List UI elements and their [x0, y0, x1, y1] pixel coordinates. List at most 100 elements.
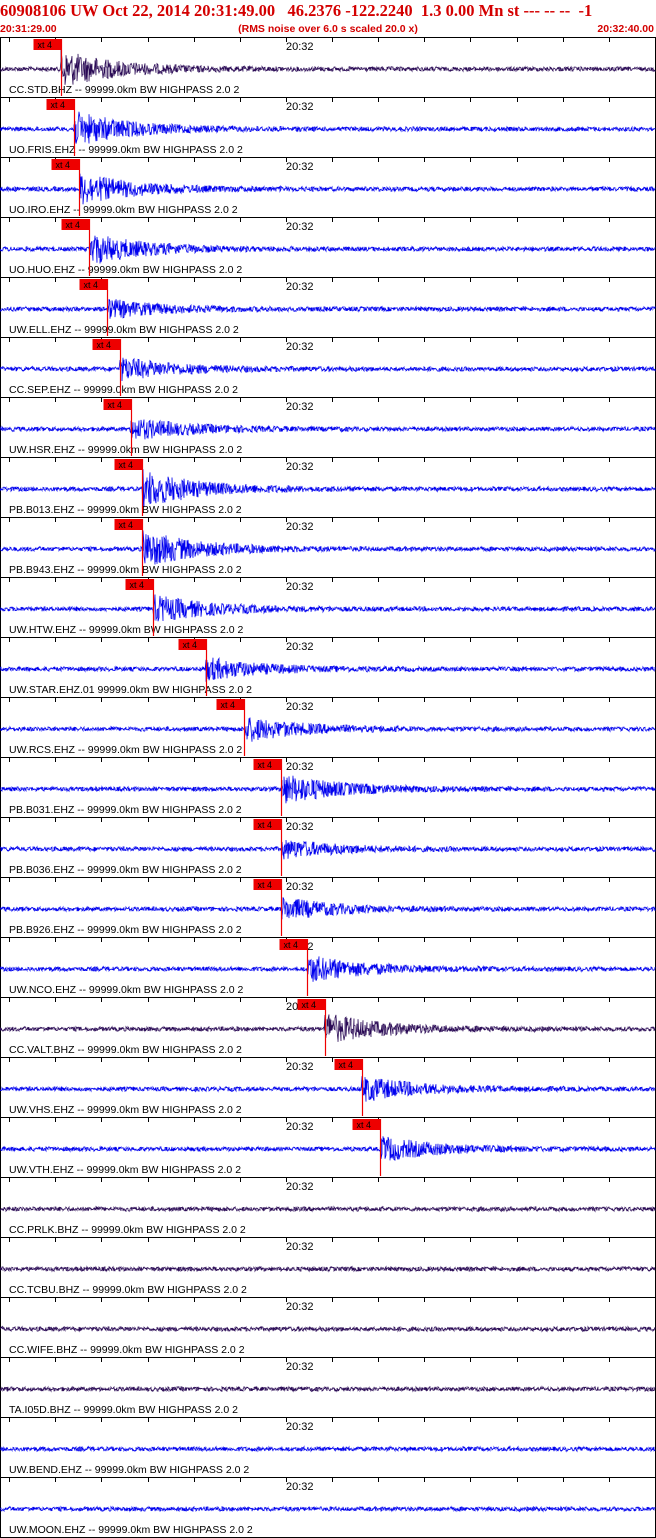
trace-row: 20:32 UO.IRO.EHZ -- 99999.0km BW HIGHPASS… [0, 157, 656, 216]
trace-row: 20:32CC.VALT.BHZ -- 99999.0km BW HIGHPAS… [0, 997, 656, 1056]
time-tick-label: 20:32 [286, 1361, 314, 1373]
waveform-line [0, 173, 656, 205]
time-tick-label: 20:32 [286, 101, 314, 113]
station-label: CC.STD.BHZ -- 99999.0km BW HIGHPASS 2.0 … [9, 84, 239, 96]
waveform-line [0, 530, 656, 565]
waveform-line [0, 1136, 656, 1161]
trace-row: 20:32 UW.HTW.EHZ -- 99999.0km BW HIGHPASS… [0, 577, 656, 636]
waveform-line [0, 1076, 656, 1102]
pick-label: xt 4 [84, 280, 99, 290]
station-label: PB.B031.EHZ -- 99999.0km BW HIGHPASS 2.0… [9, 804, 242, 816]
waveform-line [0, 897, 656, 920]
station-label: UW.HSR.EHZ -- 99999.0km BW HIGHPASS 2.0 … [9, 444, 242, 456]
pick-label: xt 4 [108, 400, 123, 410]
time-tick-label: 20:32 [286, 221, 314, 233]
time-tick-label: 20:32 [286, 1241, 314, 1253]
trace-row: 20:32 UW.BEND.EHZ -- 99999.0km BW HIGHPAS… [0, 1417, 656, 1476]
trace-row: 20:32 TA.I05D.BHZ -- 99999.0km BW HIGHPAS… [0, 1357, 656, 1416]
trace-row: 20:32 CC.PRLK.BHZ -- 99999.0km BW HIGHPAS… [0, 1177, 656, 1236]
end-time-label: 20:32:40.00 [597, 23, 654, 35]
pick-label: xt 4 [38, 40, 53, 50]
waveform-line [0, 1265, 656, 1273]
time-tick-label: 20:32 [286, 641, 314, 653]
station-label: PB.B926.EHZ -- 99999.0km BW HIGHPASS 2.0… [9, 924, 242, 936]
station-label: PB.B036.EHZ -- 99999.0km BW HIGHPASS 2.0… [9, 864, 242, 876]
trace-row: 20:32 UW.VHS.EHZ -- 99999.0km BW HIGHPASS… [0, 1057, 656, 1116]
trace-row: 20:32 CC.STD.BHZ -- 99999.0km BW HIGHPASS… [0, 39, 656, 96]
trace-row: 20:32 PB.B013.EHZ -- 99999.0km BW HIGHPAS… [0, 457, 656, 516]
pick-label: xt 4 [130, 580, 145, 590]
time-tick-label: 20:32 [286, 701, 314, 713]
station-label: TA.I05D.BHZ -- 99999.0km BW HIGHPASS 2.0… [9, 1404, 238, 1416]
waveform-line [0, 1014, 656, 1042]
time-tick-label: 20:32 [286, 1481, 314, 1493]
waveform-line [0, 775, 656, 804]
time-tick-label: 20:32 [286, 1301, 314, 1313]
trace-row: 20:32 UW.ELL.EHZ -- 99999.0km BW HIGHPASS… [0, 277, 656, 336]
station-label: UW.RCS.EHZ -- 99999.0km BW HIGHPASS 2.0 … [9, 744, 242, 756]
station-label: UW.VTH.EHZ -- 99999.0km BW HIGHPASS 2.0 … [9, 1164, 241, 1176]
time-tick-label: 20:32 [286, 821, 314, 833]
station-label: UO.IRO.EHZ -- 99999.0km BW HIGHPASS 2.0 … [9, 204, 238, 216]
pick-label: xt 4 [258, 820, 273, 830]
trace-row: 20:32 UW.HSR.EHZ -- 99999.0km BW HIGHPASS… [0, 397, 656, 456]
seismogram-plot: 20:32 CC.STD.BHZ -- 99999.0km BW HIGHPASS… [0, 37, 656, 1538]
station-label: PB.B943.EHZ -- 99999.0km BW HIGHPASS 2.0… [9, 564, 242, 576]
time-tick-label: 20:32 [286, 281, 314, 293]
pick-label: xt 4 [302, 1000, 317, 1010]
pick-label: xt 4 [119, 520, 134, 530]
waveform-line [0, 469, 656, 508]
pick-label: xt 4 [258, 760, 273, 770]
station-label: UW.NCO.EHZ -- 99999.0km BW HIGHPASS 2.0 … [9, 984, 244, 996]
trace-row: 20:32 PB.B926.EHZ -- 99999.0km BW HIGHPAS… [0, 877, 656, 936]
station-label: CC.PRLK.BHZ -- 99999.0km BW HIGHPASS 2.0… [9, 1224, 246, 1236]
pick-label: xt 4 [119, 460, 134, 470]
waveform-line [0, 357, 656, 382]
trace-row: 20:32 UO.FRIS.EHZ -- 99999.0km BW HIGHPAS… [0, 97, 656, 156]
time-tick-label: 20:32 [286, 1061, 314, 1073]
pick-label: xt 4 [357, 1120, 372, 1130]
time-tick-label: 20:32 [286, 1121, 314, 1133]
waveform-line [0, 956, 656, 982]
trace-row: 20:32 PB.B036.EHZ -- 99999.0km BW HIGHPAS… [0, 817, 656, 876]
pick-label: xt 4 [221, 700, 236, 710]
station-label: UW.BEND.EHZ -- 99999.0km BW HIGHPASS 2.0… [9, 1464, 249, 1476]
pick-label: xt 4 [339, 1060, 354, 1070]
waveform-line [0, 1205, 656, 1213]
waveform-line [0, 419, 656, 440]
trace-row: 20:32 CC.WIFE.BHZ -- 99999.0km BW HIGHPAS… [0, 1297, 656, 1356]
waveform-line [0, 49, 656, 85]
pick-label: xt 4 [51, 100, 66, 110]
station-label: UW.VHS.EHZ -- 99999.0km BW HIGHPASS 2.0 … [9, 1104, 242, 1116]
trace-row: 20:32 UW.STAR.EHZ.01 99999.0km BW HIGHPAS… [0, 637, 656, 696]
pick-label: xt 4 [258, 880, 273, 890]
waveform-line [0, 657, 656, 682]
time-tick-label: 20:32 [286, 1421, 314, 1433]
pick-label: xt 4 [97, 340, 112, 350]
waveform-line [0, 1325, 656, 1333]
pick-label: xt 4 [56, 160, 71, 170]
station-label: PB.B013.EHZ -- 99999.0km BW HIGHPASS 2.0… [9, 504, 242, 516]
trace-row: 20:32 PB.B031.EHZ -- 99999.0km BW HIGHPAS… [0, 757, 656, 816]
station-label: UW.HTW.EHZ -- 99999.0km BW HIGHPASS 2.0 … [9, 624, 244, 636]
waveform-line [0, 1385, 656, 1393]
station-label: UO.FRIS.EHZ -- 99999.0km BW HIGHPASS 2.0… [9, 144, 243, 156]
time-tick-label: 20:32 [286, 161, 314, 173]
time-tick-label: 20:32 [286, 41, 314, 53]
station-label: CC.WIFE.BHZ -- 99999.0km BW HIGHPASS 2.0… [9, 1344, 245, 1356]
time-tick-label: 20:32 [286, 461, 314, 473]
time-tick-label: 20:32 [286, 881, 314, 893]
station-label: CC.VALT.BHZ -- 99999.0km BW HIGHPASS 2.0… [9, 1044, 242, 1056]
station-label: UO.HUO.EHZ -- 99999.0km BW HIGHPASS 2.0 … [9, 264, 242, 276]
trace-row: 20:32 CC.TCBU.BHZ -- 99999.0km BW HIGHPAS… [0, 1237, 656, 1296]
station-label: UW.ELL.EHZ -- 99999.0km BW HIGHPASS 2.0 … [9, 324, 239, 336]
noise-note: (RMS noise over 6.0 s scaled 20.0 x) [238, 23, 418, 35]
station-label: CC.TCBU.BHZ -- 99999.0km BW HIGHPASS 2.0… [9, 1284, 247, 1296]
pick-label: xt 4 [66, 220, 81, 230]
station-label: UW.STAR.EHZ.01 99999.0km BW HIGHPASS 2.0… [9, 684, 252, 696]
event-title: 60908106 UW Oct 22, 2014 20:31:49.00 46.… [0, 1, 593, 20]
waveform-line [0, 839, 656, 860]
waveform-line [0, 235, 656, 264]
station-label: CC.SEP.EHZ -- 99999.0km BW HIGHPASS 2.0 … [9, 384, 238, 396]
waveform-line [0, 299, 656, 319]
